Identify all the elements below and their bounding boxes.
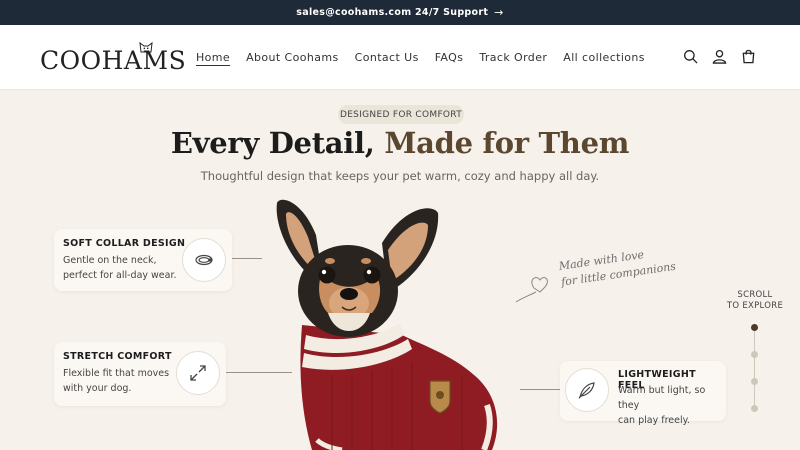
handwritten-note: Made with love for little companions: [558, 243, 677, 291]
feature-desc-line: with your dog.: [63, 383, 132, 394]
feature-title: SOFT COLLAR DESIGN: [63, 238, 186, 249]
feature-title: STRETCH COMFORT: [63, 351, 172, 362]
announcement-text[interactable]: sales@coohams.com 24/7 Support: [296, 7, 488, 18]
nav-contact[interactable]: Contact Us: [355, 51, 419, 64]
hero-title-accent: Made for Them: [384, 126, 630, 160]
feature-desc-line: Gentle on the neck,: [63, 255, 157, 266]
hero-subtitle: Thoughtful design that keeps your pet wa…: [200, 169, 600, 183]
logo-text: COOHAMS: [40, 46, 187, 75]
scroll-label-line: SCROLL: [737, 290, 773, 300]
scroll-dot[interactable]: [751, 324, 758, 331]
nav-home[interactable]: Home: [196, 51, 230, 64]
feature-desc: Flexible fit that moves with your dog.: [63, 366, 169, 396]
search-icon[interactable]: [683, 49, 698, 64]
collar-icon: [182, 238, 226, 282]
stretch-icon: [176, 351, 220, 395]
dog-product-image: [276, 199, 498, 450]
feature-card-lightweight: LIGHTWEIGHT FEEL Warm but light, so they…: [560, 361, 726, 426]
scroll-dot[interactable]: [751, 405, 758, 412]
scroll-dot[interactable]: [751, 351, 758, 358]
logo[interactable]: COOHAMS: [40, 41, 187, 75]
header-icons: [683, 49, 756, 64]
heart-doodle-icon: [515, 277, 548, 303]
feature-desc: Gentle on the neck, perfect for all-day …: [63, 253, 177, 283]
hero-badge: DESIGNED FOR COMFORT: [338, 105, 464, 124]
site-header: COOHAMS Home About Coohams Contact Us FA…: [0, 25, 800, 90]
account-icon[interactable]: [712, 49, 727, 64]
feature-desc: Warm but light, so they can play freely.: [618, 383, 726, 428]
scroll-label-line: TO EXPLORE: [726, 301, 784, 311]
dog-logo-icon: [139, 41, 153, 53]
feature-card-stretch: STRETCH COMFORT Flexible fit that moves …: [54, 342, 226, 406]
scroll-dot[interactable]: [751, 378, 758, 385]
scroll-to-explore: SCROLL TO EXPLORE: [724, 290, 786, 312]
feature-card-collar: SOFT COLLAR DESIGN Gentle on the neck, p…: [54, 229, 232, 291]
nav-faqs[interactable]: FAQs: [435, 51, 464, 64]
nav-about[interactable]: About Coohams: [246, 51, 339, 64]
feature-desc-line: Flexible fit that moves: [63, 368, 170, 379]
callout-line: [232, 258, 262, 259]
main-nav: Home About Coohams Contact Us FAQs Track…: [196, 51, 645, 64]
hero-title: Every Detail, Made for Them: [0, 126, 800, 160]
feature-desc-line: perfect for all-day wear.: [63, 270, 177, 281]
feature-desc-line: can play freely.: [618, 415, 690, 426]
cart-icon[interactable]: [741, 49, 756, 64]
arrow-right-icon[interactable]: →: [494, 6, 504, 19]
nav-all-collections[interactable]: All collections: [563, 51, 645, 64]
nav-track-order[interactable]: Track Order: [479, 51, 547, 64]
hero-title-part1: Every Detail,: [170, 126, 385, 160]
scroll-track: [754, 328, 755, 410]
announcement-bar[interactable]: sales@coohams.com 24/7 Support →: [0, 0, 800, 25]
feature-desc-line: Warm but light, so they: [618, 385, 706, 411]
feather-icon: [565, 368, 609, 412]
